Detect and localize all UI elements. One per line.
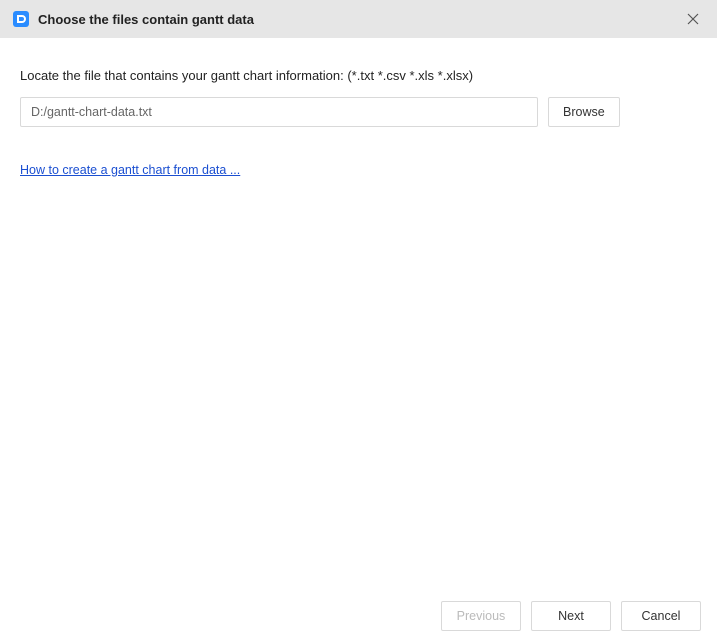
dialog-title: Choose the files contain gantt data — [38, 12, 681, 27]
file-path-input[interactable] — [20, 97, 538, 127]
cancel-button[interactable]: Cancel — [621, 601, 701, 631]
close-icon[interactable] — [681, 7, 705, 31]
file-row: Browse — [20, 97, 697, 127]
titlebar: Choose the files contain gantt data — [0, 0, 717, 38]
app-icon — [12, 10, 30, 28]
instruction-text: Locate the file that contains your gantt… — [20, 68, 697, 83]
help-link[interactable]: How to create a gantt chart from data ..… — [20, 163, 240, 177]
dialog-content: Locate the file that contains your gantt… — [0, 38, 717, 588]
dialog-footer: Previous Next Cancel — [0, 588, 717, 644]
previous-button: Previous — [441, 601, 521, 631]
next-button[interactable]: Next — [531, 601, 611, 631]
browse-button[interactable]: Browse — [548, 97, 620, 127]
